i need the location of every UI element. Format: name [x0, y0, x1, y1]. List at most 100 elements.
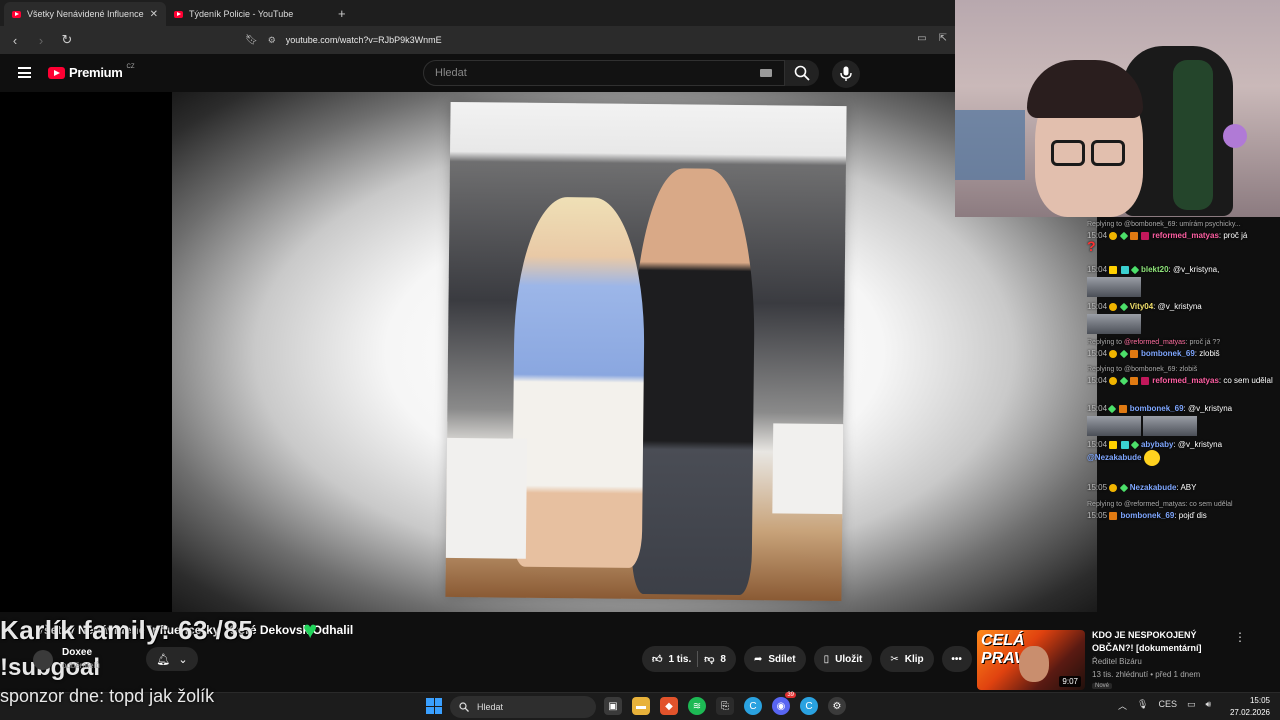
video-player[interactable] — [0, 92, 1097, 612]
chat-text: pojď dis — [1178, 511, 1207, 520]
app-icon[interactable]: ⎘ — [716, 697, 734, 715]
webcam-bed — [955, 110, 1025, 180]
reply-text: proč já ?? — [1189, 339, 1221, 346]
youtube-play-icon — [48, 66, 65, 79]
spotify-icon[interactable]: ≋ — [688, 697, 706, 715]
chat-username[interactable]: bombonek_69 — [1121, 511, 1175, 520]
smiley-emote-icon — [1143, 450, 1160, 466]
windows-start-icon[interactable] — [426, 698, 442, 714]
settings-icon[interactable]: ⚙ — [828, 697, 846, 715]
display-icon[interactable]: ▭ — [1187, 699, 1196, 712]
recommended-channel[interactable]: Ředitel Bizáru — [1092, 657, 1142, 666]
app-c2-icon[interactable]: C — [800, 697, 818, 715]
chat-text: @v_kristyna — [1157, 302, 1202, 311]
more-actions-button[interactable]: ••• — [941, 646, 972, 672]
green-badge-icon — [1108, 404, 1117, 414]
reload-icon[interactable]: ↻ — [60, 32, 74, 48]
task-view-icon[interactable]: ▣ — [604, 697, 622, 715]
chat-message: 15:04 Vity04: @v_kristyna — [1087, 301, 1277, 334]
dislike-count: 8 — [720, 653, 726, 665]
file-explorer-icon[interactable]: ▬ — [632, 697, 650, 715]
recommended-video-thumbnail[interactable]: CELÁ PRAVDA 9:07 — [977, 630, 1085, 690]
gift-badge-icon — [1129, 231, 1138, 240]
tab-tydenik-policie[interactable]: Týdeník Policie - YouTube — [166, 2, 326, 26]
chat-username[interactable]: bombonek_69 — [1141, 349, 1195, 358]
taskbar-clock[interactable]: 15:05 27.02.2026 — [1222, 695, 1270, 719]
chat-username[interactable]: abybaby — [1141, 440, 1173, 449]
like-button[interactable]: 👍︎ 1 tis. — [652, 653, 691, 666]
tab-influencerky[interactable]: Všetky Nenávidené Influencerky ✕ — [4, 2, 166, 26]
channel-name[interactable]: Doxee — [62, 647, 92, 658]
video-actions: 👍︎ 1 tis. 👎︎ 8 ➦ Sdílet ▯ Uložit ✂ Klip — [642, 646, 972, 672]
notification-bell-button[interactable]: 🔔︎ ⌄ — [146, 647, 198, 671]
reply-context: Replying to @bombonek_69: zlobiš — [1087, 366, 1198, 373]
volume-icon[interactable]: 🔊︎ — [1205, 699, 1211, 712]
youtube-logo[interactable]: Premium CZ — [48, 63, 135, 80]
divider — [697, 651, 699, 667]
chat-timestamp: 15:05 — [1087, 511, 1108, 520]
glasses-right — [1091, 140, 1125, 166]
chat-username[interactable]: reformed_matyas — [1152, 376, 1219, 385]
app-c-icon[interactable]: C — [744, 697, 762, 715]
recommended-video-title[interactable]: KDO JE NESPOKOJENÝ OBČAN?! [dokumentární… — [1092, 629, 1222, 655]
gift-badge-icon — [1129, 376, 1138, 385]
taskbar-search[interactable]: Hledat — [450, 696, 596, 718]
channel-avatar[interactable] — [33, 650, 53, 670]
back-icon[interactable]: ‹ — [8, 33, 22, 48]
tab-close-icon[interactable]: ✕ — [150, 9, 158, 20]
channel-subscribers: odběratelů — [62, 661, 100, 670]
region-code: CZ — [126, 63, 135, 70]
brave-browser-icon[interactable]: ◆ — [660, 697, 678, 715]
clip-button[interactable]: ✂ Klip — [880, 646, 934, 672]
share-icon[interactable]: ⇱ — [939, 33, 947, 44]
microphone-icon[interactable]: 🎙︎ — [1137, 699, 1148, 712]
address-bar: ‹ › ↻ 🔖︎ ⚙︎ youtube.com/watch?v=RJbP9k3W… — [0, 26, 955, 54]
share-button[interactable]: ➦ Sdílet — [743, 646, 806, 672]
chat-username[interactable]: Nezakabude — [1130, 483, 1177, 492]
chat-username[interactable]: reformed_matyas — [1152, 231, 1219, 240]
site-info-icon[interactable]: ⚙︎ — [268, 35, 276, 46]
address-bar-actions: ▭ ⇱ — [917, 33, 947, 44]
language-indicator[interactable]: CES — [1158, 699, 1177, 712]
chat-timestamp: 15:04 — [1087, 349, 1108, 358]
new-badge: Nové — [1092, 683, 1113, 689]
voice-search-button[interactable] — [832, 60, 860, 88]
chat-username[interactable]: bombonek_69 — [1130, 404, 1184, 413]
forward-icon[interactable]: › — [34, 33, 48, 48]
menu-icon[interactable] — [18, 67, 31, 78]
more-vertical-icon[interactable]: ⋮ — [1234, 630, 1246, 644]
gold-badge-icon — [1109, 349, 1118, 358]
chat-message: Replying to @reformed_matyas: co sem udě… — [1087, 499, 1277, 521]
reply-user: @reformed_matyas — [1123, 339, 1186, 346]
video-still-photo — [445, 101, 847, 602]
chat-username[interactable]: blekt20 — [1141, 265, 1169, 274]
new-tab-icon[interactable]: + — [338, 6, 346, 21]
dislike-button[interactable]: 👎︎ 8 — [704, 653, 726, 666]
clock-date: 27.02.2026 — [1229, 708, 1270, 717]
pink-badge-icon — [1140, 376, 1149, 385]
gift-badge-icon — [1109, 511, 1118, 520]
discord-icon[interactable]: ◉ 39 — [772, 692, 796, 715]
logo-text: Premium — [69, 65, 123, 80]
chevron-up-icon[interactable]: ︿ — [1118, 699, 1127, 712]
url-field[interactable]: 🔖︎ ⚙︎ youtube.com/watch?v=RJbP9k3WnmE — [245, 30, 895, 50]
chat-timestamp: 15:04 — [1087, 404, 1108, 413]
keyboard-icon[interactable] — [760, 69, 772, 77]
taskbar-search-label: Hledat — [477, 702, 504, 712]
sponsor-overlay: sponzor dne: topd jak žolík — [0, 686, 215, 706]
search-button[interactable] — [785, 60, 819, 86]
crown-badge-icon — [1109, 440, 1118, 449]
chat-message: 15:05 Nezakabude: ABY — [1087, 483, 1197, 493]
sofa-right — [772, 423, 844, 515]
save-button[interactable]: ▯ Uložit — [813, 646, 873, 672]
chat-username[interactable]: Vity04 — [1130, 302, 1153, 311]
cast-icon[interactable]: ▭ — [917, 33, 926, 44]
chat-message: 15:04 bombonek_69: @v_kristyna — [1087, 403, 1277, 436]
search-input[interactable] — [435, 67, 735, 79]
question-emote-icon: ? — [1087, 238, 1096, 254]
pink-badge-icon — [1140, 231, 1149, 240]
chat-mention[interactable]: @Nezakabude — [1087, 453, 1141, 462]
webcam-overlay — [955, 0, 1280, 217]
green-badge-icon — [1119, 349, 1128, 359]
bookmark-icon[interactable]: 🔖︎ — [245, 35, 258, 46]
